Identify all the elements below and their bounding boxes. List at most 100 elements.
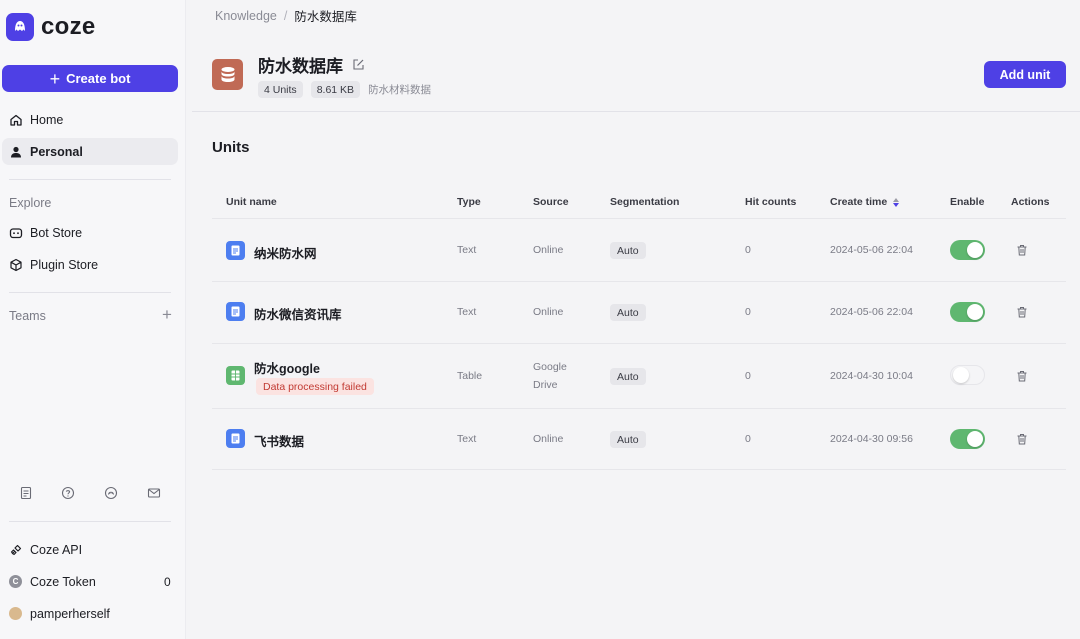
sidebar-item-home-label: Home — [30, 112, 64, 127]
coze-logo-icon — [6, 13, 34, 41]
unit-name[interactable]: 防水微信资讯库 — [254, 304, 342, 323]
create-time: 2024-04-30 10:04 — [830, 370, 913, 382]
page-title: 防水数据库 — [258, 52, 365, 77]
explore-section-label: Explore — [9, 196, 52, 210]
unit-source: Online — [533, 244, 564, 256]
sidebar-utility-icons — [0, 486, 186, 502]
header-divider — [192, 111, 1080, 112]
home-icon — [10, 114, 22, 126]
plug-icon — [10, 544, 22, 555]
sidebar: coze + Create bot Home Personal Explore … — [0, 0, 186, 639]
hit-count: 0 — [745, 433, 751, 445]
breadcrumb-separator: / — [283, 8, 288, 23]
delete-icon[interactable] — [1016, 370, 1028, 382]
edit-icon[interactable] — [352, 58, 365, 71]
sidebar-item-plugin-store[interactable]: Plugin Store — [2, 251, 178, 278]
sidebar-item-bot-store[interactable]: Bot Store — [2, 219, 178, 246]
segmentation-badge: Auto — [610, 242, 646, 259]
enable-toggle[interactable] — [950, 429, 985, 449]
unit-name[interactable]: 纳米防水网 — [254, 243, 317, 262]
table-row[interactable]: 飞书数据 Text Online Auto 0 2024-04-30 09:56 — [212, 409, 1066, 470]
sidebar-item-bot-store-label: Bot Store — [30, 225, 83, 240]
sidebar-item-coze-token-label: Coze Token — [30, 574, 96, 589]
person-icon — [11, 146, 21, 157]
enable-toggle[interactable] — [950, 240, 985, 260]
unit-type: Text — [457, 433, 477, 445]
column-type: Type — [457, 196, 481, 208]
column-enable: Enable — [950, 196, 985, 208]
help-icon[interactable] — [61, 486, 75, 500]
unit-type: Text — [457, 244, 477, 256]
sort-icon[interactable] — [893, 197, 900, 207]
segmentation-badge: Auto — [610, 431, 646, 448]
create-time: 2024-05-06 22:04 — [830, 306, 913, 318]
create-time: 2024-04-30 09:56 — [830, 433, 913, 445]
bot-icon — [9, 227, 23, 238]
sidebar-item-personal-label: Personal — [30, 144, 83, 159]
plus-icon: + — [49, 68, 61, 89]
sidebar-item-plugin-store-label: Plugin Store — [30, 257, 99, 272]
text-doc-icon — [226, 302, 245, 321]
column-create-time-label: Create time — [830, 196, 888, 208]
sidebar-divider — [9, 292, 171, 293]
coze-logo[interactable]: coze — [6, 13, 96, 41]
breadcrumb: Knowledge / 防水数据库 — [215, 6, 357, 25]
delete-icon[interactable] — [1016, 244, 1028, 256]
column-actions: Actions — [1011, 196, 1050, 208]
text-doc-icon — [226, 241, 245, 260]
avatar — [9, 607, 22, 620]
enable-toggle[interactable] — [950, 302, 985, 322]
brand-name: coze — [41, 13, 96, 40]
unit-name[interactable]: 飞书数据 — [254, 431, 304, 450]
unit-source: Google — [533, 361, 567, 373]
unit-name[interactable]: 防水google — [254, 358, 320, 377]
sidebar-item-coze-api[interactable]: Coze API — [2, 536, 178, 563]
segmentation-badge: Auto — [610, 368, 646, 385]
column-source: Source — [533, 196, 569, 208]
create-bot-button[interactable]: + Create bot — [2, 65, 178, 92]
unit-source: Online — [533, 433, 564, 445]
table-row[interactable]: 防水google Data processing failed Table Go… — [212, 344, 1066, 409]
add-team-icon[interactable]: + — [160, 306, 174, 323]
table-row[interactable]: 纳米防水网 Text Online Auto 0 2024-05-06 22:0… — [212, 220, 1066, 282]
doc-icon[interactable] — [19, 486, 33, 500]
table-doc-icon — [226, 366, 245, 385]
coze-token-count: 0 — [164, 575, 171, 589]
sidebar-user-profile[interactable]: pamperherself — [2, 600, 178, 627]
unit-source-line2: Drive — [533, 379, 558, 391]
delete-icon[interactable] — [1016, 433, 1028, 445]
user-name: pamperherself — [30, 606, 110, 621]
sidebar-item-home[interactable]: Home — [2, 106, 178, 133]
discord-icon[interactable] — [104, 486, 118, 500]
units-count-tag: 4 Units — [258, 81, 303, 98]
sidebar-divider — [9, 521, 171, 522]
size-tag: 8.61 KB — [310, 81, 361, 98]
sidebar-item-coze-token[interactable]: C Coze Token — [2, 568, 178, 595]
teams-section-label: Teams — [9, 309, 46, 323]
hit-count: 0 — [745, 306, 751, 318]
token-icon: C — [9, 575, 22, 588]
hit-count: 0 — [745, 370, 751, 382]
table-header: Unit name Type Source Segmentation Hit c… — [212, 186, 1066, 219]
breadcrumb-knowledge[interactable]: Knowledge — [215, 9, 277, 23]
column-create-time[interactable]: Create time — [830, 196, 900, 208]
status-badge: Data processing failed — [256, 378, 374, 395]
column-hit-counts: Hit counts — [745, 196, 797, 208]
text-doc-icon — [226, 429, 245, 448]
add-unit-button[interactable]: Add unit — [984, 61, 1066, 88]
knowledge-meta: 4 Units 8.61 KB 防水材料数据 — [258, 81, 431, 98]
cube-icon — [10, 258, 22, 271]
sidebar-item-personal[interactable]: Personal — [2, 138, 178, 165]
knowledge-title: 防水数据库 — [258, 57, 343, 76]
unit-type: Text — [457, 306, 477, 318]
table-row[interactable]: 防水微信资讯库 Text Online Auto 0 2024-05-06 22… — [212, 282, 1066, 344]
unit-type: Table — [457, 370, 483, 382]
mail-icon[interactable] — [147, 486, 161, 500]
hit-count: 0 — [745, 244, 751, 256]
column-segmentation: Segmentation — [610, 196, 680, 208]
delete-icon[interactable] — [1016, 306, 1028, 318]
column-unit-name: Unit name — [226, 196, 277, 208]
enable-toggle[interactable] — [950, 365, 985, 385]
unit-source: Online — [533, 306, 564, 318]
units-heading: Units — [212, 139, 250, 156]
